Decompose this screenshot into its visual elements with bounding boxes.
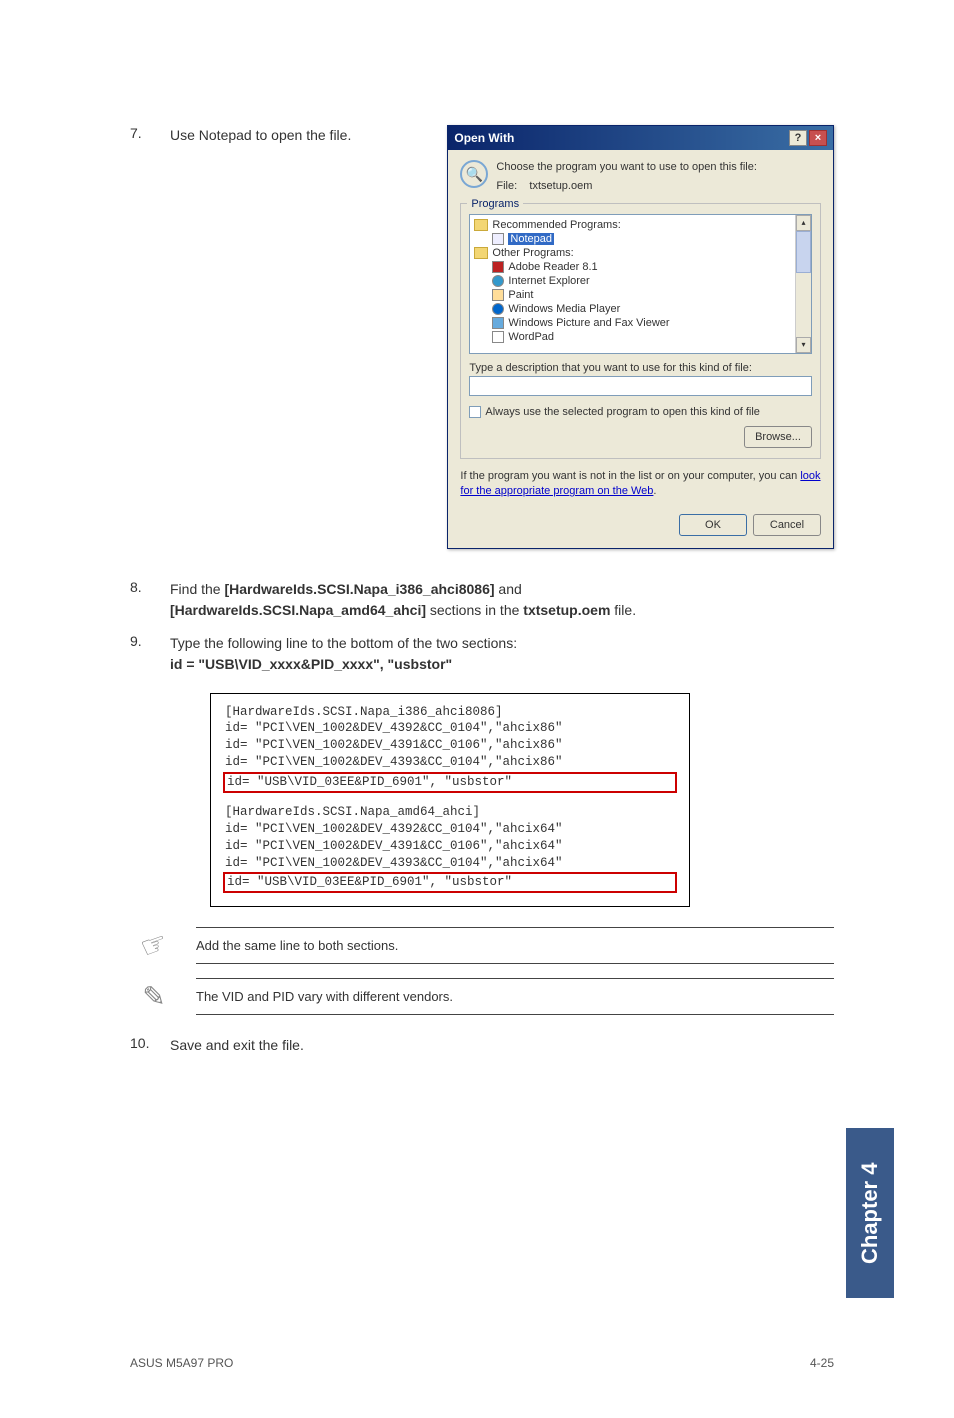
file-label: File:: [496, 180, 517, 192]
folder-icon: [474, 247, 488, 259]
code-line-highlight: id= "USB\VID_03EE&PID_6901", "usbstor": [223, 772, 677, 793]
program-notepad[interactable]: Notepad: [508, 233, 554, 245]
step-8-num: 8.: [130, 579, 170, 621]
hand-icon: ☞: [135, 925, 172, 967]
wmp-icon: [492, 303, 504, 315]
code-line: id= "PCI\VEN_1002&DEV_4393&CC_0104","ahc…: [225, 754, 675, 771]
scroll-thumb[interactable]: [796, 231, 811, 273]
picfax-icon: [492, 317, 504, 329]
step-7-num: 7.: [130, 125, 170, 146]
scroll-up-icon[interactable]: ▴: [796, 215, 811, 231]
browse-button[interactable]: Browse...: [744, 426, 812, 448]
step-9-num: 9.: [130, 633, 170, 675]
chapter-tab: Chapter 4: [846, 1128, 894, 1298]
scroll-down-icon[interactable]: ▾: [796, 337, 811, 353]
program-wmp[interactable]: Windows Media Player: [508, 303, 620, 315]
description-input[interactable]: [469, 376, 812, 396]
code-line: [HardwareIds.SCSI.Napa_i386_ahci8086]: [225, 704, 675, 721]
always-use-checkbox[interactable]: [469, 406, 481, 418]
adobe-icon: [492, 261, 504, 273]
folder-icon: [474, 219, 488, 231]
program-wordpad[interactable]: WordPad: [508, 331, 554, 343]
programs-listbox[interactable]: Recommended Programs: Notepad Other Prog…: [469, 214, 812, 354]
close-button[interactable]: ×: [809, 130, 827, 146]
cancel-button[interactable]: Cancel: [753, 514, 821, 536]
search-icon: 🔍: [460, 160, 488, 188]
wordpad-icon: [492, 331, 504, 343]
code-line-highlight: id= "USB\VID_03EE&PID_6901", "usbstor": [223, 872, 677, 893]
dialog-title: Open With: [454, 131, 514, 145]
program-ie[interactable]: Internet Explorer: [508, 275, 589, 287]
open-with-dialog: Open With ? × 🔍 Choose the program you w…: [447, 125, 834, 549]
note-1: Add the same line to both sections.: [196, 927, 834, 964]
step-9-text: Type the following line to the bottom of…: [170, 633, 517, 675]
code-line: id= "PCI\VEN_1002&DEV_4391&CC_0106","ahc…: [225, 737, 675, 754]
recommended-header: Recommended Programs:: [492, 219, 620, 231]
code-line: id= "PCI\VEN_1002&DEV_4392&CC_0104","ahc…: [225, 720, 675, 737]
other-header: Other Programs:: [492, 247, 573, 259]
footer-page: 4-25: [810, 1356, 834, 1370]
program-adobe[interactable]: Adobe Reader 8.1: [508, 261, 597, 273]
description-label: Type a description that you want to use …: [469, 362, 812, 374]
code-line: [HardwareIds.SCSI.Napa_amd64_ahci]: [225, 804, 675, 821]
program-picfax[interactable]: Windows Picture and Fax Viewer: [508, 317, 669, 329]
web-lookup-text: If the program you want is not in the li…: [460, 469, 821, 500]
code-line: id= "PCI\VEN_1002&DEV_4391&CC_0106","ahc…: [225, 838, 675, 855]
help-button[interactable]: ?: [789, 130, 807, 146]
code-block: [HardwareIds.SCSI.Napa_i386_ahci8086] id…: [210, 693, 690, 908]
step-7-text: Use Notepad to open the file.: [170, 125, 351, 146]
dialog-choose-text: Choose the program you want to use to op…: [496, 160, 757, 175]
pencil-icon: ✎: [142, 980, 165, 1013]
step-10-num: 10.: [130, 1035, 170, 1056]
code-line: id= "PCI\VEN_1002&DEV_4392&CC_0104","ahc…: [225, 821, 675, 838]
note-2: The VID and PID vary with different vend…: [196, 978, 834, 1015]
ok-button[interactable]: OK: [679, 514, 747, 536]
scrollbar[interactable]: ▴ ▾: [795, 215, 811, 353]
ie-icon: [492, 275, 504, 287]
paint-icon: [492, 289, 504, 301]
step-10-text: Save and exit the file.: [170, 1035, 304, 1056]
program-paint[interactable]: Paint: [508, 289, 533, 301]
code-line: id= "PCI\VEN_1002&DEV_4393&CC_0104","ahc…: [225, 855, 675, 872]
file-name: txtsetup.oem: [529, 180, 592, 192]
always-use-label: Always use the selected program to open …: [485, 406, 760, 418]
step-8-text: Find the [HardwareIds.SCSI.Napa_i386_ahc…: [170, 579, 636, 621]
programs-legend: Programs: [467, 198, 523, 210]
notepad-icon: [492, 233, 504, 245]
footer-product: ASUS M5A97 PRO: [130, 1356, 233, 1370]
